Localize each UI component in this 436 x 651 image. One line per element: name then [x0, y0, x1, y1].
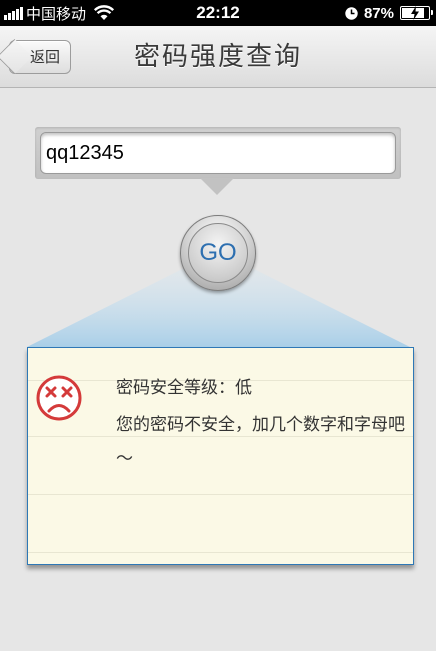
status-right: 87%	[345, 0, 433, 26]
password-input[interactable]: qq12345	[40, 132, 396, 174]
security-message: 您的密码不安全，加几个数字和字母吧～	[116, 415, 405, 469]
go-button-label: GO	[188, 223, 248, 283]
input-panel: qq12345	[35, 127, 401, 179]
battery-percent: 87%	[363, 4, 394, 22]
security-level-text: 密码安全等级：低	[116, 378, 252, 398]
go-button[interactable]: GO	[180, 215, 256, 291]
nav-bar: 返回 密码强度查询	[0, 26, 436, 88]
card-rule	[28, 552, 413, 553]
page-title: 密码强度查询	[133, 42, 302, 72]
sad-face-icon	[36, 375, 82, 421]
battery-icon	[400, 6, 433, 20]
charging-bolt-icon	[411, 6, 419, 20]
result-card: 密码安全等级：低 您的密码不安全，加几个数字和字母吧～	[27, 347, 414, 565]
card-rule	[28, 494, 413, 495]
panel-pointer	[200, 178, 234, 195]
status-bar: 中国移动 22:12 87%	[0, 0, 436, 26]
clock-icon	[345, 6, 358, 20]
